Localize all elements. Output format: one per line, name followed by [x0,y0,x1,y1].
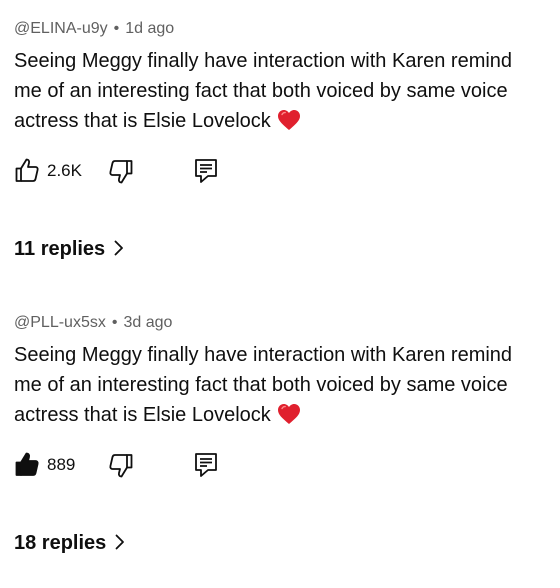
thumbs-up-icon[interactable] [14,157,40,183]
like-count: 889 [47,455,76,474]
comment-item: @ELINA-u9y • 1d ago Seeing Meggy finally h… [0,0,560,294]
red-heart-emoji [277,404,300,424]
view-replies-button[interactable]: 11 replies [14,238,125,266]
red-heart-emoji [277,110,300,130]
comment-author[interactable]: @ELINA-u9y [14,20,108,37]
meta-separator: • [111,314,118,331]
comment-text-line: me of an interesting fact that both voic… [14,80,508,102]
comment-time: 1d ago [125,20,175,37]
meta-separator: • [113,20,120,37]
comment-reply-icon[interactable] [194,452,218,478]
comment-actions: 889 [14,451,314,479]
chevron-right-icon [115,534,125,550]
comment-reply-icon[interactable] [194,158,218,184]
replies-label: 18 replies [14,532,107,554]
comment-text-line: me of an interesting fact that both voic… [14,374,508,396]
thumbs-down-icon[interactable] [108,159,134,185]
chevron-right-icon [114,240,124,256]
comment-text: Seeing Meggy finally have interaction wi… [14,46,560,136]
like-count: 2.6K [47,161,82,180]
comment-time: 3d ago [123,314,173,331]
comment-meta: @ELINA-u9y • 1d ago [14,20,174,38]
comment-author[interactable]: @PLL-ux5sx [14,314,106,331]
thumbs-down-icon[interactable] [108,453,134,479]
comment-text-line-last: actress that is Elsie Lovelock [14,106,560,136]
comment-text: Seeing Meggy finally have interaction wi… [14,340,560,430]
replies-label: 11 replies [14,238,106,260]
comment-text-segment: actress that is Elsie Lovelock [14,110,271,132]
comment-actions: 2.6K [14,157,314,185]
comment-meta: @PLL-ux5sx • 3d ago [14,314,172,332]
comment-item: @PLL-ux5sx • 3d ago Seeing Meggy finally h… [0,294,560,588]
comment-text-line: Seeing Meggy finally have interaction wi… [14,344,513,366]
comment-text-line-last: actress that is Elsie Lovelock [14,400,560,430]
comment-text-line: Seeing Meggy finally have interaction wi… [14,50,513,72]
thumbs-up-icon[interactable] [14,451,40,477]
comment-text-segment: actress that is Elsie Lovelock [14,404,271,426]
view-replies-button[interactable]: 18 replies [14,532,126,560]
